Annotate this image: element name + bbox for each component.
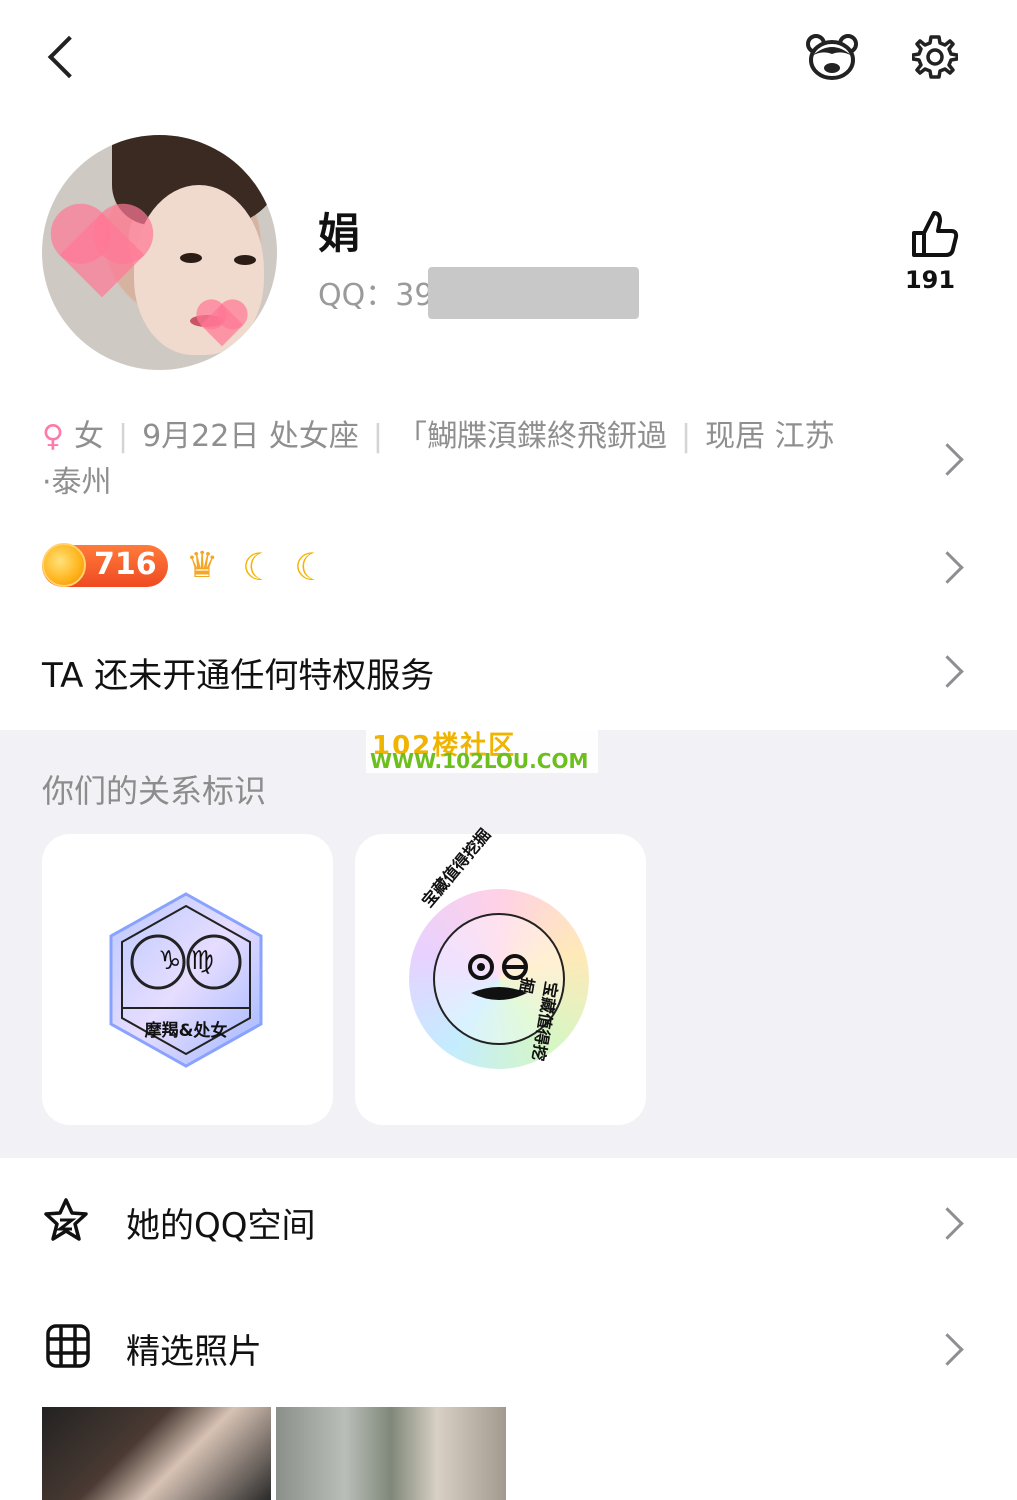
female-icon: ♀ <box>42 419 64 454</box>
moon-icon: ☾ <box>242 545 277 589</box>
profile-name: 娟 <box>318 209 361 258</box>
watermark: 102楼社区 WWW.102LOU.COM <box>366 727 598 773</box>
crown-icon: ♛ <box>186 545 219 586</box>
redaction-box <box>428 267 639 319</box>
location: 现居 江苏 <box>705 419 835 454</box>
level-badge[interactable]: 716 <box>42 543 168 587</box>
relation-card-zodiac[interactable]: ♑ ♍ 摩羯&处女 <box>42 834 333 1125</box>
gender: 女 <box>73 419 104 454</box>
avatar[interactable] <box>42 135 277 370</box>
photo-thumbnail[interactable] <box>276 1407 506 1500</box>
birthday: 9月22日 处女座 <box>142 419 359 454</box>
gear-icon[interactable] <box>912 34 958 80</box>
back-button[interactable] <box>40 30 90 86</box>
signature: 「鰗牒湏鍱終飛鈃過 <box>397 419 667 454</box>
chevron-right-icon <box>931 1333 964 1366</box>
relation-card-treasure[interactable]: 宝藏值得挖掘 宝藏值得挖掘 <box>355 825 646 1125</box>
chevron-right-icon[interactable] <box>931 551 964 584</box>
menu-row-photos[interactable]: 精选照片 <box>0 1302 1017 1392</box>
qq-number: QQ：39 <box>318 278 434 313</box>
photo-thumbnail[interactable] <box>42 1407 271 1500</box>
zodiac-badge-label: 摩羯&处女 <box>144 1021 228 1041</box>
privilege-text[interactable]: TA 还未开通任何特权服务 <box>42 648 434 697</box>
bear-face-icon[interactable] <box>806 32 858 82</box>
location-cont: ·泰州 <box>42 465 112 500</box>
menu-label-qzone: 她的QQ空间 <box>126 1206 316 1246</box>
like-count: 191 <box>904 266 956 294</box>
relations-title: 你们的关系标识 <box>42 772 267 810</box>
menu-label-photos: 精选照片 <box>126 1332 262 1372</box>
moon-icon: ☾ <box>294 545 329 589</box>
profile-info[interactable]: ♀ 女 | 9月22日 处女座 | 「鰗牒湏鍱終飛鈃過 | 现居 江苏 ·泰州 <box>42 414 912 506</box>
chevron-right-icon[interactable] <box>931 655 964 688</box>
zodiac-badge-icon <box>109 892 263 1068</box>
menu-row-qzone[interactable]: 她的QQ空间 <box>0 1178 1017 1268</box>
zodiac-symbols: ♑ ♍ <box>158 946 214 976</box>
photo-grid-icon <box>46 1324 90 1368</box>
treasure-badge-icon <box>409 889 589 1069</box>
coin-icon <box>42 543 86 587</box>
qzone-star-icon <box>44 1198 88 1241</box>
chevron-right-icon <box>931 1207 964 1240</box>
thumbs-up-icon[interactable] <box>900 205 960 265</box>
chevron-right-icon[interactable] <box>931 443 964 476</box>
